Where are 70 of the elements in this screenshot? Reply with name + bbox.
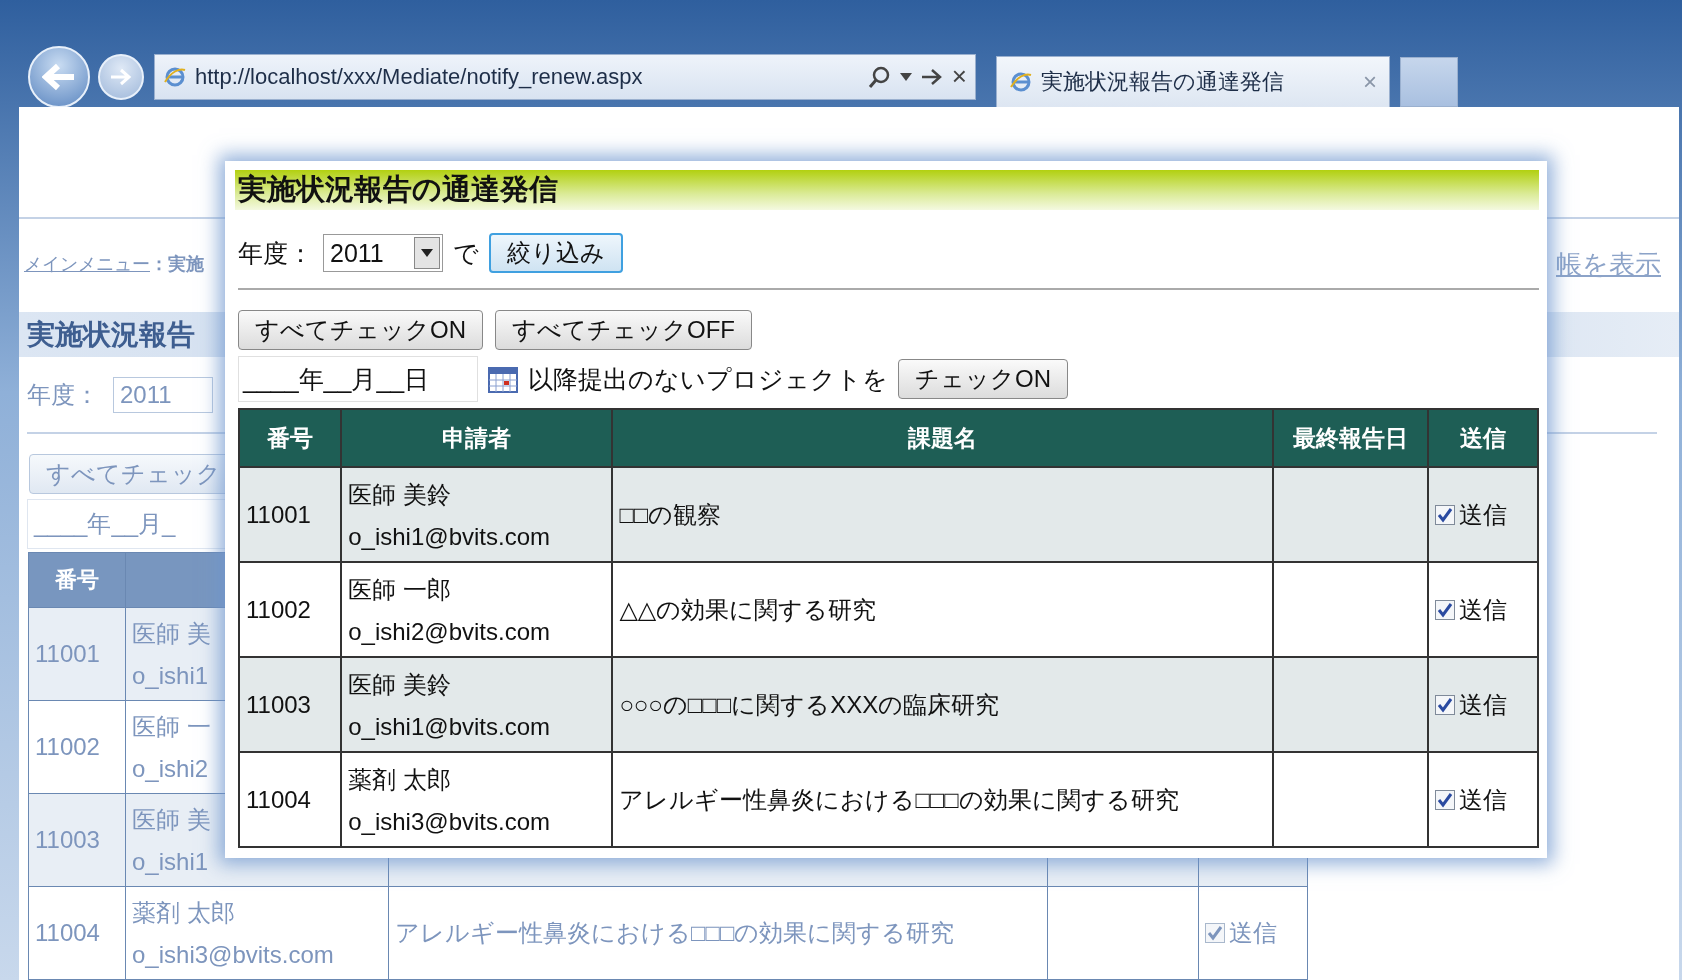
filter-description: 以降提出のないプロジェクトを: [528, 363, 888, 395]
applicant-email: o_ishi3@bvits.com: [132, 941, 334, 969]
checkbox-label: 送信: [1229, 918, 1277, 948]
check-all-off-button[interactable]: すべてチェックOFF: [495, 310, 752, 350]
applicant-email: o_ishi2@bvits.com: [348, 617, 550, 646]
text: で: [453, 237, 479, 269]
year-select[interactable]: 2011: [323, 234, 443, 272]
forward-arrow-icon: [109, 66, 133, 87]
applicant-email: o_ishi3@bvits.com: [348, 807, 550, 836]
table-cell: 11001: [239, 467, 342, 562]
checkbox[interactable]: [1434, 599, 1455, 620]
year-label: 年度：: [27, 380, 99, 410]
checkbox-label: 送信: [1458, 689, 1507, 720]
page-title: 実施状況報告: [27, 317, 195, 352]
search-icon[interactable]: [867, 64, 892, 89]
page-icon: [1009, 70, 1033, 94]
checkbox[interactable]: [1434, 694, 1455, 715]
table-cell: 11002: [28, 700, 126, 794]
table-cell: 11003: [28, 793, 126, 887]
checkbox-label: 送信: [1458, 594, 1507, 625]
go-arrow-icon[interactable]: [919, 66, 944, 87]
stop-button[interactable]: ×: [951, 61, 967, 92]
checkbox-label: 送信: [1458, 784, 1507, 815]
applicant-name: 医師 美: [132, 805, 211, 835]
table-cell: 11004: [239, 752, 342, 847]
applicant-name: 薬剤 太郎: [132, 898, 235, 928]
column-header: 申請者: [341, 409, 613, 467]
table-cell: □□の観察: [612, 467, 1273, 562]
checkbox[interactable]: [1205, 923, 1225, 943]
filter-button[interactable]: 絞り込み: [489, 233, 623, 273]
url-text: http://localhost/xxx/Mediate/notify_renew.aspx: [195, 63, 644, 90]
applicant-email: o_ishi1: [132, 662, 209, 690]
table-cell: 11001: [28, 607, 126, 701]
calendar-icon[interactable]: [488, 365, 518, 393]
applicant-email: o_ishi1@bvits.com: [348, 712, 550, 741]
check-all-on-button[interactable]: すべてチェックON: [238, 310, 483, 350]
check-on-button[interactable]: チェックON: [898, 359, 1068, 399]
applicant-name: 医師 一: [132, 712, 211, 742]
applicant-email: o_ishi1: [132, 848, 209, 876]
breadcrumb-text: ：実施: [150, 253, 204, 276]
tab-title: 実施状況報告の通達発信: [1041, 68, 1285, 96]
checkbox[interactable]: [1434, 789, 1455, 810]
address-bar[interactable]: http://localhost/xxx/Mediate/notify_renew.aspx ×: [154, 53, 976, 100]
dropdown-icon: [421, 249, 433, 257]
applicant-name: 医師 一郎: [348, 574, 451, 605]
dropdown-icon[interactable]: [899, 72, 912, 81]
column-header: 送信: [1427, 409, 1538, 467]
column-header: 番号: [28, 552, 126, 608]
table-cell: アレルギー性鼻炎における□□□の効果に関する研究: [388, 886, 1048, 980]
column-header: 番号: [239, 409, 342, 467]
checkbox-label: 送信: [1458, 499, 1507, 530]
table-cell: 11003: [239, 657, 342, 752]
applicant-email: o_ishi2: [132, 755, 209, 783]
year-label: 年度：: [238, 237, 313, 269]
date-field[interactable]: ____年__月__日: [238, 356, 478, 402]
applicant-name: 医師 美: [132, 619, 211, 649]
applicant-name: 薬剤 太郎: [348, 764, 451, 795]
forward-button[interactable]: [98, 53, 144, 100]
table-cell: アレルギー性鼻炎における□□□の効果に関する研究: [612, 752, 1273, 847]
back-arrow-icon: [42, 61, 76, 92]
applicant-name: 医師 美鈴: [348, 669, 451, 700]
browser-tab[interactable]: 実施状況報告の通達発信 ×: [996, 56, 1390, 107]
checkbox[interactable]: [1434, 504, 1455, 525]
table-cell: ○○○の□□□に関するXXXの臨床研究: [612, 657, 1273, 752]
column-header: 課題名: [612, 409, 1273, 467]
column-header: 最終報告日: [1272, 409, 1428, 467]
table-cell: 11004: [28, 886, 126, 980]
applicant-email: o_ishi1@bvits.com: [348, 522, 550, 551]
dialog-title: 実施状況報告の通達発信: [238, 172, 558, 207]
applicant-name: 医師 美鈴: [348, 479, 451, 510]
